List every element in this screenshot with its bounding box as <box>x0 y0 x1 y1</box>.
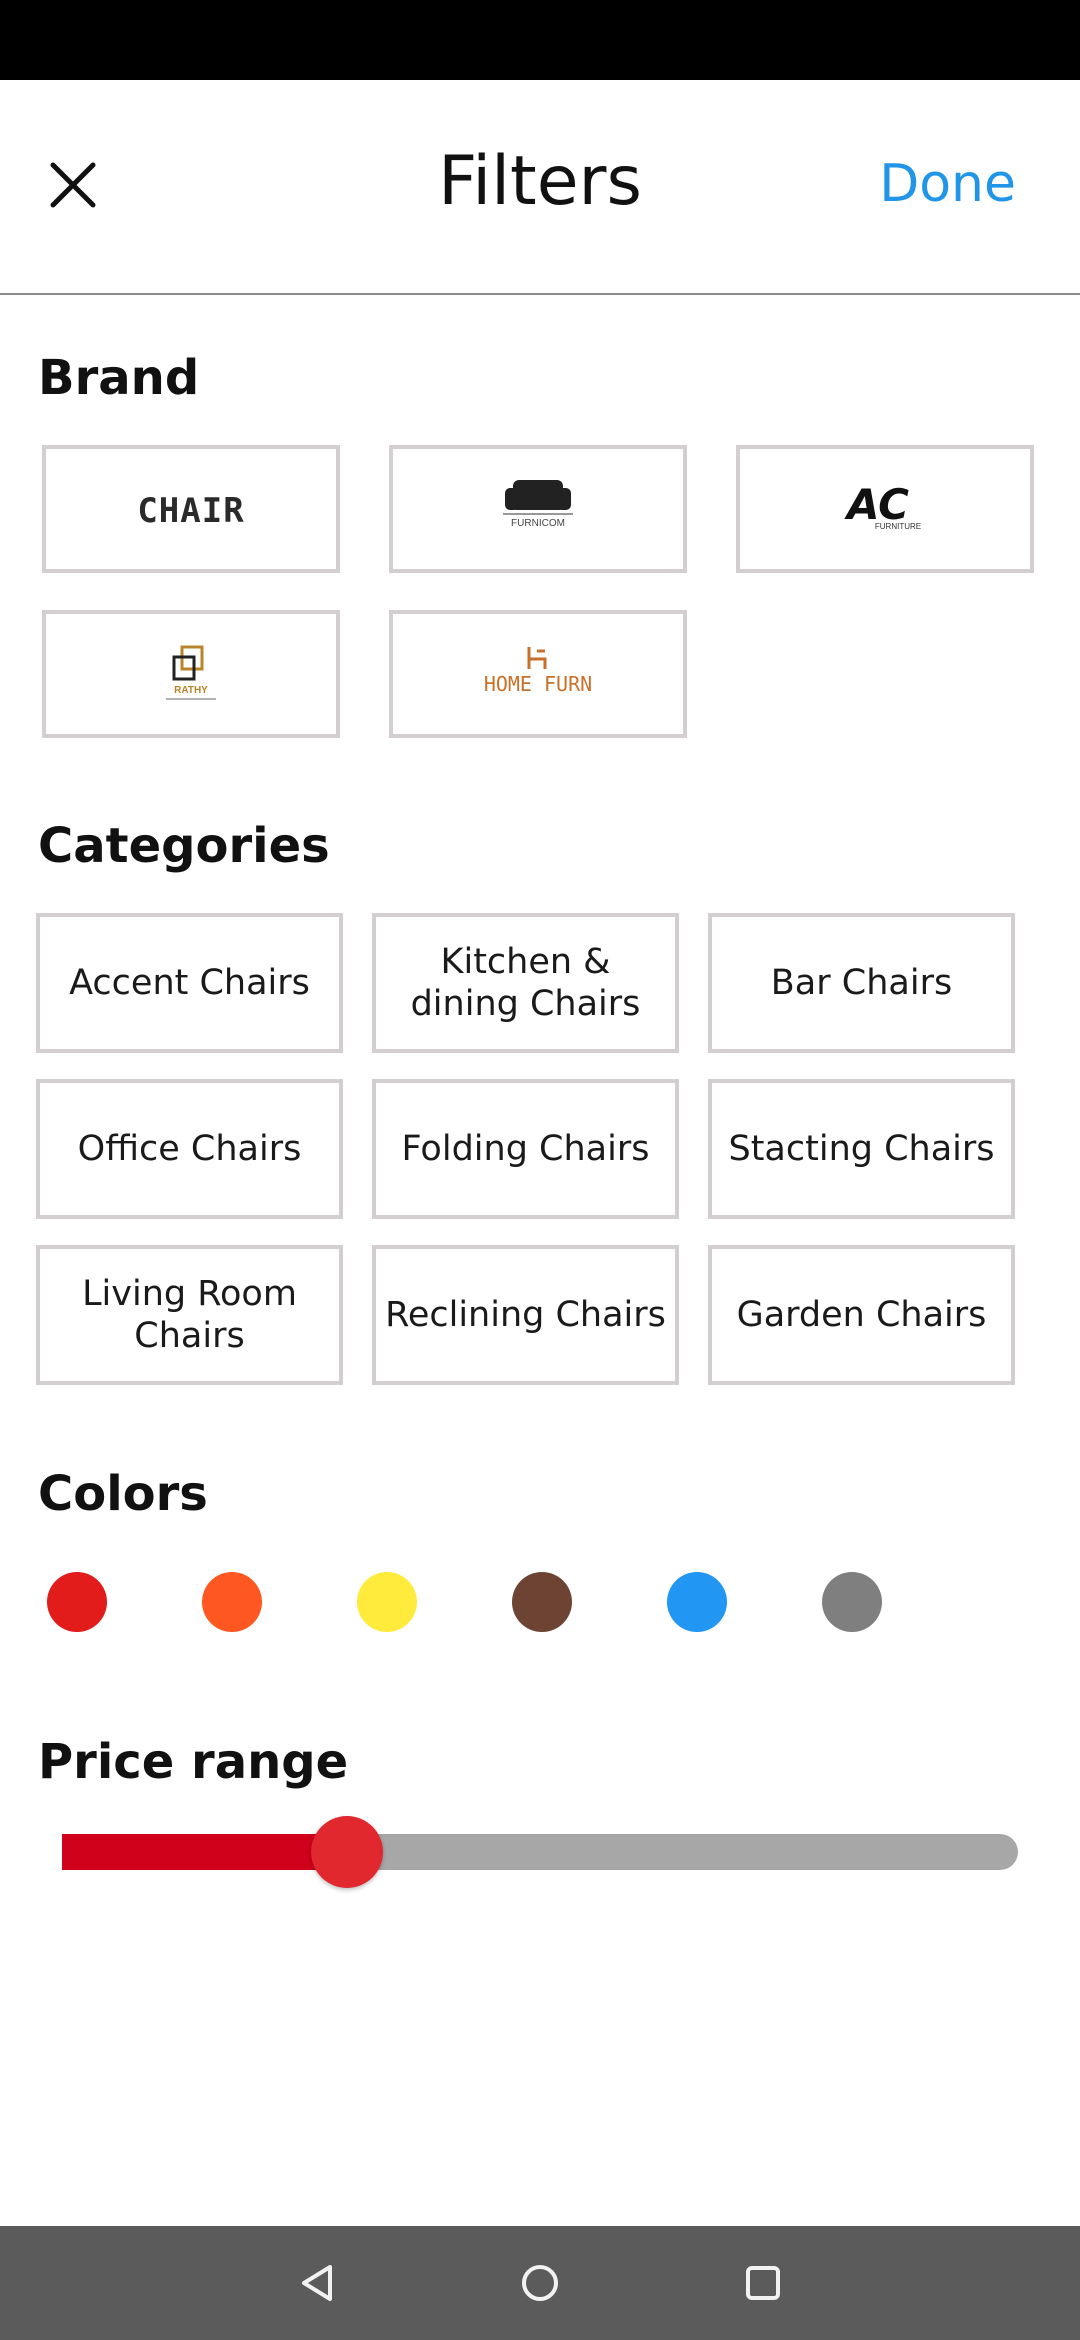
color-swatch-gray[interactable] <box>822 1572 882 1632</box>
price-range-section-title: Price range <box>38 1734 349 1790</box>
brand-ac-furniture[interactable]: AC FURNITURE <box>736 445 1034 573</box>
category-folding-chairs[interactable]: Folding Chairs <box>372 1079 679 1219</box>
brand-rathy[interactable]: RATHY <box>42 610 340 738</box>
home-circle-icon <box>522 2265 558 2301</box>
category-living-room-chairs[interactable]: Living Room Chairs <box>36 1245 343 1385</box>
category-stacting-chairs[interactable]: Stacting Chairs <box>708 1079 1015 1219</box>
color-swatch-blue[interactable] <box>667 1572 727 1632</box>
sofa-brand-logo: FURNICOM <box>503 480 573 529</box>
svg-text:CHAIR: CHAIR <box>137 491 244 531</box>
color-swatch-orange[interactable] <box>202 1572 262 1632</box>
ac-furniture-logo: AC FURNITURE <box>844 480 921 531</box>
back-button[interactable] <box>288 2253 348 2313</box>
back-triangle-icon <box>302 2265 332 2301</box>
brand-chair[interactable]: CHAIR <box>42 445 340 573</box>
home-button[interactable] <box>510 2253 570 2313</box>
category-accent-chairs[interactable]: Accent Chairs <box>36 913 343 1053</box>
category-bar-chairs[interactable]: Bar Chairs <box>708 913 1015 1053</box>
system-nav-bar <box>0 2226 1080 2340</box>
brand-section-title: Brand <box>38 350 200 406</box>
home-furn-logo: HOME FURN <box>484 647 592 696</box>
categories-section-title: Categories <box>38 818 330 874</box>
price-range-thumb[interactable] <box>311 1816 383 1888</box>
color-swatch-yellow[interactable] <box>357 1572 417 1632</box>
category-office-chairs[interactable]: Office Chairs <box>36 1079 343 1219</box>
svg-text:HOME FURN: HOME FURN <box>484 672 592 696</box>
svg-text:FURNICOM: FURNICOM <box>511 518 565 529</box>
recents-button[interactable] <box>733 2253 793 2313</box>
filters-header: Filters Done <box>0 80 1080 295</box>
price-range-fill <box>62 1834 329 1870</box>
chair-brand-logo: CHAIR <box>137 491 244 531</box>
brand-home-furn[interactable]: HOME FURN <box>389 610 687 738</box>
brand-furnicom[interactable]: FURNICOM <box>389 445 687 573</box>
color-swatch-red[interactable] <box>47 1572 107 1632</box>
color-swatch-brown[interactable] <box>512 1572 572 1632</box>
category-garden-chairs[interactable]: Garden Chairs <box>708 1245 1015 1385</box>
rathy-brand-logo: RATHY <box>166 645 216 700</box>
svg-text:RATHY: RATHY <box>174 685 208 696</box>
done-button[interactable]: Done <box>879 154 1016 214</box>
price-range-slider[interactable] <box>62 1834 1018 1870</box>
status-bar <box>0 0 1080 80</box>
category-reclining-chairs[interactable]: Reclining Chairs <box>372 1245 679 1385</box>
recents-square-icon <box>746 2266 780 2300</box>
colors-section-title: Colors <box>38 1466 208 1522</box>
svg-text:FURNITURE: FURNITURE <box>875 522 921 531</box>
category-kitchen-dining-chairs[interactable]: Kitchen & dining Chairs <box>372 913 679 1053</box>
